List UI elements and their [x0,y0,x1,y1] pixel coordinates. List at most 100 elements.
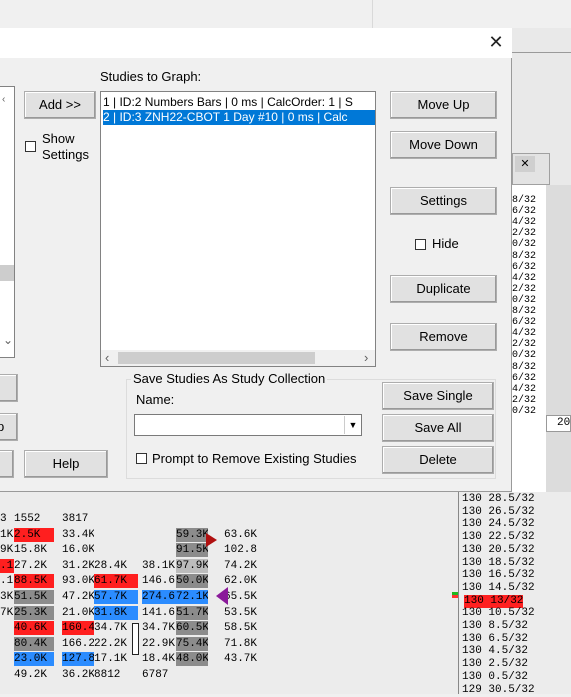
volume-cell [0,621,14,635]
ladder-price: 130 6.5/32 [462,632,529,645]
chevron-left-icon[interactable]: ‹ [105,351,109,365]
volume-cell: 40.6K [14,621,54,636]
volume-cell [208,637,224,651]
volume-cell: 141.6 [142,606,176,619]
volume-cell: 80.4K [14,636,54,651]
volume-cell: 16.0K [62,544,94,557]
chevron-right-icon[interactable]: › [364,351,368,365]
close-icon[interactable]: ✕ [484,31,508,53]
volume-cell: 8812 [94,669,121,681]
show-settings-checkbox[interactable] [25,141,36,152]
volume-cell [208,559,224,573]
ladder-price: 130 20.5/32 [462,543,535,556]
volume-cell: 93.0K [62,575,94,588]
move-up-button[interactable]: Move Up [390,91,497,119]
volume-cell [208,512,224,526]
volume-profile-area: 3 1552 3817 1K 2.5K 33.4K 59.3K 63.6K 9K 15.8K 16.… [0,512,460,694]
ladder-price: 130 24.5/32 [462,518,535,531]
collection-name-combo[interactable] [134,414,362,436]
chevron-down-icon[interactable]: ⌄ [3,333,13,347]
combo-dropdown-icon[interactable]: ▼ [344,416,361,434]
volume-cell [224,512,258,526]
volume-cell: 48.0K [176,652,208,667]
volume-cell: 15.8K [14,544,48,557]
ladder-price: 130 2.5/32 [462,658,529,671]
volume-cell: 51.7K [176,605,208,620]
left-partial-button[interactable] [0,374,18,402]
inner-close-button[interactable]: ✕ [515,156,535,172]
volume-cell [94,543,138,557]
name-label: Name: [136,392,175,407]
scroll-up-icon[interactable]: ‹ [2,93,5,107]
save-all-button[interactable]: Save All [382,414,494,442]
volume-cell [176,668,208,682]
show-settings-label: Show Settings [42,131,89,162]
volume-cell: 63.6K [224,528,258,541]
volume-cell: 50.0K [176,574,208,589]
volume-cell: 36.2K [62,669,94,681]
ladder-price: 130 8.5/32 [462,620,529,632]
save-single-button[interactable]: Save Single [382,382,494,410]
volume-cell [208,621,224,635]
ladder-price: 130 26.5/32 [462,505,535,518]
volume-cell: 274.6 [142,590,176,604]
ladder-price: 130 28.5/32 [462,493,535,505]
volume-cell: 166.2 [62,637,94,650]
volume-cell: 18.4K [142,653,176,666]
axis-label-partial: 20 [546,415,571,432]
volume-cell: 31.8K [94,605,138,620]
current-price-label: 130 13/32 [464,594,524,608]
volume-cell: 27.2K [14,559,48,572]
volume-cell: 49.2K [14,669,48,681]
volume-cell: 60.5K [176,621,208,636]
remove-button[interactable]: Remove [390,323,497,351]
help-button[interactable]: Help [24,450,108,478]
left-partial-button-3[interactable] [0,450,14,478]
volume-cell: 102.8 [224,544,258,557]
prompt-remove-checkbox[interactable] [136,453,147,464]
right-chart-strip [546,185,571,492]
volume-cell: 51.5K [14,590,54,604]
move-down-button[interactable]: Move Down [390,131,497,159]
add-button[interactable]: Add >> [24,91,96,119]
red-triangle-icon [206,533,217,547]
volume-cell [94,512,138,526]
volume-cell [142,512,176,526]
duplicate-button[interactable]: Duplicate [390,275,497,303]
left-partial-button-p[interactable]: p [0,413,18,441]
volume-cell: 74.2K [224,559,258,572]
volume-cell: 43.7K [224,653,258,666]
list-item[interactable]: 1 | ID:2 Numbers Bars | 0 ms | CalcOrder… [103,95,375,110]
studies-to-graph-list[interactable]: 1 | ID:2 Numbers Bars | 0 ms | CalcOrder… [100,91,376,367]
volume-cell: 75.4K [176,636,208,651]
volume-cell [94,528,138,542]
prompt-remove-label: Prompt to Remove Existing Studies [152,451,357,466]
purple-triangle-icon [216,587,228,605]
volume-cell [0,637,14,651]
volume-cell: 53.5K [224,606,258,619]
available-studies-list-partial[interactable]: ‹ ⌄ [0,86,15,358]
delete-button[interactable]: Delete [382,446,494,474]
volume-cell: 3 [0,513,7,525]
volume-cell [142,528,176,542]
volume-cell: 22.9K [142,637,176,650]
volume-cell: 31.2K [62,559,94,572]
ladder-price: 130 22.5/32 [462,531,535,544]
volume-cell [224,668,258,682]
volume-cell: 71.8K [224,637,258,650]
volume-cell: 21.0K [62,606,94,619]
ladder-price: 130 0.5/32 [462,670,529,683]
volume-cell: 57.7K [94,590,138,604]
ladder-price: 130 10.5/32 [462,607,535,620]
volume-cell: 9K [0,544,14,557]
volume-cell: 146.6 [142,575,176,588]
volume-cell: 61.7K [94,574,138,589]
volume-cell: 3817 [62,513,89,525]
volume-cell: 33.4K [62,528,94,541]
settings-button[interactable]: Settings [390,187,497,215]
volume-cell: 58.5K [224,622,258,635]
scrollbar-thumb[interactable] [118,352,315,364]
volume-cell [208,652,224,666]
hide-checkbox[interactable] [415,239,426,250]
list-item-selected[interactable]: 2 | ID:3 ZNH22-CBOT 1 Day #10 | 0 ms | C… [102,109,375,126]
